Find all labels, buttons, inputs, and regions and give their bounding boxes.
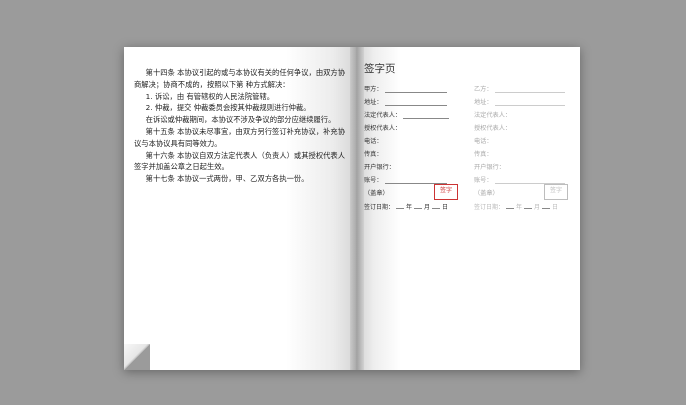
clause-16: 第十六条 本协议自双方法定代表人（负责人）或其授权代表人签字并加盖公章之日起生效… xyxy=(134,150,346,172)
party-b-account-field[interactable]: 账号： xyxy=(474,175,565,184)
party-a-legal-rep-field[interactable]: 法定代表人： xyxy=(364,110,450,119)
party-b-signature-stamp[interactable]: 签字 xyxy=(544,184,568,200)
left-page: 第十四条 本协议引起的或与本协议有关的任何争议，由双方协商解决；协商不成的，按照… xyxy=(124,47,356,370)
party-b-address-field[interactable]: 地址： xyxy=(474,97,565,106)
party-a-address-field[interactable]: 地址： xyxy=(364,97,447,106)
page-title: 签字页 xyxy=(364,63,396,75)
clause-14-option-2: 2. 仲裁，提交 仲裁委员会按其仲裁规则进行仲裁。 xyxy=(145,103,311,113)
party-b-fax-field[interactable]: 传真： xyxy=(474,149,493,158)
right-page: 签字页 甲方： 地址： 法定代表人： 授权代表人： 电话： 传真： 开户银行： … xyxy=(356,47,580,370)
book-spine xyxy=(350,47,364,370)
party-b-phone-field[interactable]: 电话： xyxy=(474,136,493,145)
contract-clauses: 第十四条 本协议引起的或与本协议有关的任何争议，由双方协商解决；协商不成的，按照… xyxy=(134,67,349,185)
open-book: 第十四条 本协议引起的或与本协议有关的任何争议，由双方协商解决；协商不成的，按照… xyxy=(124,47,580,370)
party-a-seal-label: （盖章） xyxy=(364,190,389,197)
party-b-date-field[interactable]: 签订日期：年月日 xyxy=(474,202,558,211)
party-a-phone-field[interactable]: 电话： xyxy=(364,136,383,145)
party-b-name-field[interactable]: 乙方： xyxy=(474,84,565,93)
party-b-authorized-rep-field[interactable]: 授权代表人： xyxy=(474,123,511,132)
party-a-signature-stamp[interactable]: 签字 xyxy=(434,184,458,200)
party-a-date-field[interactable]: 签订日期：年月日 xyxy=(364,202,448,211)
party-a-account-field[interactable]: 账号： xyxy=(364,175,447,184)
clause-17: 第十七条 本协议一式两份，甲、乙双方各执一份。 xyxy=(145,174,309,184)
party-a-fax-field[interactable]: 传真： xyxy=(364,149,383,158)
party-b-seal-label: （盖章） xyxy=(474,190,499,197)
party-a-bank-field[interactable]: 开户银行： xyxy=(364,162,395,171)
party-b-legal-rep-field[interactable]: 法定代表人： xyxy=(474,110,511,119)
clause-14-option-1: 1. 诉讼，由 有管辖权的人民法院管辖。 xyxy=(145,91,275,101)
clause-15: 第十五条 本协议未尽事宜，由双方另行签订补充协议，补充协议与本协议具有同等效力。 xyxy=(134,126,346,148)
clause-14-note: 在诉讼或仲裁期间，本协议不涉及争议的部分应继续履行。 xyxy=(145,115,336,125)
party-a-name-field[interactable]: 甲方： xyxy=(364,84,447,93)
party-b-bank-field[interactable]: 开户银行： xyxy=(474,162,505,171)
clause-14: 第十四条 本协议引起的或与本协议有关的任何争议，由双方协商解决；协商不成的，按照… xyxy=(134,68,346,89)
page-curl-corner[interactable] xyxy=(124,344,150,370)
party-a-authorized-rep-field[interactable]: 授权代表人： xyxy=(364,123,401,132)
